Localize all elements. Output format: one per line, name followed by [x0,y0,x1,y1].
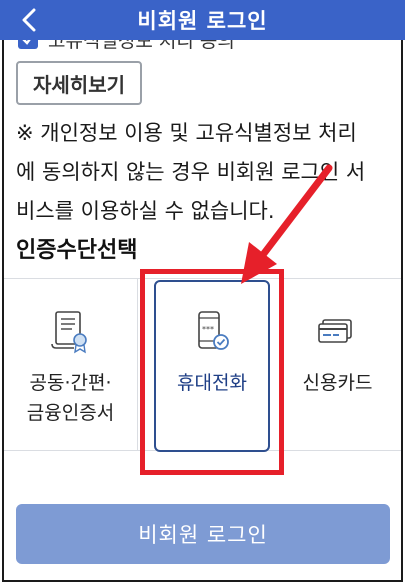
auth-method-certificate[interactable]: 공동·간편· 금융인증서 [4,278,137,450]
divider [137,278,138,450]
svg-text:***: *** [202,325,214,334]
notice-line-1: ※ 개인정보 이용 및 고유식별정보 처리 [16,121,357,145]
auth-method-credit-card[interactable]: 신용카드 [270,278,401,450]
app-header: 비회원 로그인 [0,0,405,40]
consent-row[interactable]: 고유식별정보 처리 동의 [18,40,235,52]
content-area: 고유식별정보 처리 동의 자세히보기 ※ 개인정보 이용 및 고유식별정보 처리… [2,40,403,582]
consent-notice: ※ 개인정보 이용 및 고유식별정보 처리 에 동의하지 않는 경우 비회원 로… [16,114,396,231]
certificate-icon [50,311,87,354]
view-details-button[interactable]: 자세히보기 [16,61,142,105]
label-line: 공동·간편· [29,372,112,394]
auth-section-title: 인증수단선택 [16,238,138,263]
notice-line-3: 비스를 이용하실 수 없습니다. [16,199,275,223]
mobile-phone-icon: *** [198,311,229,350]
back-button[interactable] [14,4,46,36]
consent-label: 고유식별정보 처리 동의 [48,40,235,52]
credit-card-icon [317,319,352,343]
auth-method-label: 휴대전화 [177,372,247,394]
auth-method-label: 신용카드 [302,372,373,394]
check-icon [22,40,31,45]
label-line: 금융인증서 [26,402,115,424]
guest-login-button[interactable]: 비회원 로그인 [16,504,390,564]
auth-method-mobile[interactable]: *** 휴대전화 [154,278,270,450]
consent-checkbox[interactable] [18,40,38,49]
auth-method-label: 공동·간편· 금융인증서 [27,368,114,428]
notice-line-2: 에 동의하지 않는 경우 비회원 로그인 서 [16,160,366,184]
chevron-left-icon [22,8,36,32]
page-title: 비회원 로그인 [137,9,268,33]
